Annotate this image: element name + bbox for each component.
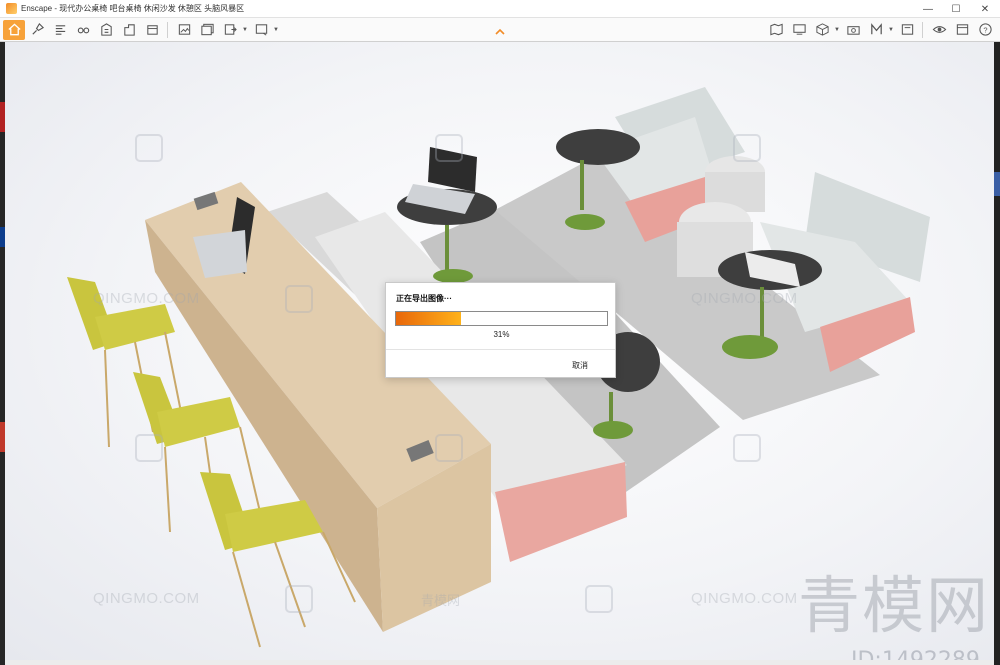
export-progress-dialog: 正在导出图像··· 31% 取消 [385, 282, 616, 378]
building-alt-button[interactable] [118, 20, 140, 40]
m-icon [870, 23, 882, 35]
maximize-button[interactable]: ☐ [942, 0, 970, 18]
watermark-logo [135, 134, 163, 162]
status-bar [5, 660, 994, 665]
export-button[interactable] [219, 20, 241, 40]
pin-icon [31, 22, 44, 35]
watermark-text: QINGMO.COM [691, 290, 798, 307]
vr-button[interactable] [72, 20, 94, 40]
screen-icon [792, 24, 806, 35]
view-button[interactable] [896, 20, 918, 40]
home-button[interactable] [3, 19, 25, 40]
watermark-logo [435, 434, 463, 462]
title-bar: Enscape - 现代办公桌椅 吧台桌椅 休闲沙发 休憩区 头脑风暴区 — ☐… [0, 0, 1000, 18]
building-icon [100, 23, 112, 36]
screen-button[interactable] [788, 20, 810, 40]
dialog-title: 正在导出图像··· [396, 294, 452, 303]
collapse-chevron-icon[interactable] [494, 26, 506, 38]
help-icon: ? [978, 23, 992, 36]
export-icon [224, 24, 237, 35]
window-icon [956, 24, 968, 35]
eye-button[interactable] [928, 20, 950, 40]
watermark-logo [435, 134, 463, 162]
export-progress-fill [396, 312, 462, 325]
batch-export-icon [200, 23, 214, 36]
m-button[interactable] [865, 20, 887, 40]
list-icon [55, 25, 65, 35]
close-button[interactable]: ✕ [970, 0, 1000, 18]
toolbar-separator-right [922, 21, 923, 38]
batch-export-button[interactable] [196, 20, 218, 40]
building-button[interactable] [95, 20, 117, 40]
cube-button[interactable] [811, 20, 833, 40]
building-alt-icon [123, 24, 135, 36]
live-update-icon [255, 24, 267, 36]
window-button[interactable] [951, 20, 973, 40]
film-button[interactable] [141, 20, 163, 40]
watermark-logo [733, 134, 761, 162]
image-export-button[interactable] [173, 20, 195, 40]
export-dropdown-caret[interactable]: ▼ [241, 20, 249, 40]
eye-icon [932, 26, 946, 33]
watermark-logo [733, 434, 761, 462]
dialog-divider [386, 349, 615, 350]
view-icon [901, 24, 913, 35]
map-button[interactable] [765, 20, 787, 40]
home-icon [7, 23, 21, 36]
export-progress-bar [395, 311, 608, 326]
glasses-icon [77, 27, 89, 34]
toolbar-separator [167, 21, 168, 38]
watermark-logo [135, 434, 163, 462]
document-title: 现代办公桌椅 吧台桌椅 休闲沙发 休憩区 头脑风暴区 [59, 4, 245, 13]
watermark-logo [285, 285, 313, 313]
list-button[interactable] [49, 20, 71, 40]
watermark-big-text: 青模网 [798, 569, 991, 642]
camera-button[interactable] [842, 20, 864, 40]
progress-percent-text: 31% [493, 330, 510, 339]
cube-dropdown-caret[interactable]: ▼ [833, 20, 841, 40]
live-update-dropdown-caret[interactable]: ▼ [272, 20, 280, 40]
svg-text:?: ? [983, 25, 987, 34]
minimize-button[interactable]: — [914, 0, 942, 18]
watermark-text: QINGMO.COM [93, 590, 200, 607]
m-dropdown-caret[interactable]: ▼ [887, 20, 895, 40]
image-export-icon [178, 24, 190, 35]
cube-icon [815, 23, 829, 36]
camera-icon [846, 26, 860, 35]
live-update-button[interactable] [250, 20, 272, 40]
watermark-logo [585, 585, 613, 613]
cancel-button[interactable]: 取消 [572, 360, 588, 371]
watermark-text: QINGMO.COM [691, 590, 798, 607]
watermark-cn-text: 青模网 [421, 593, 461, 608]
film-icon [146, 25, 158, 35]
app-name: Enscape [21, 4, 53, 13]
enscape-logo-icon [6, 3, 17, 14]
pin-button[interactable] [26, 20, 48, 40]
title-separator: - [52, 4, 60, 13]
map-icon [769, 23, 783, 36]
side-table-2 [556, 129, 640, 165]
watermark-logo [285, 585, 313, 613]
watermark-text: QINGMO.COM [93, 290, 200, 307]
help-button[interactable]: ? [974, 20, 996, 40]
watermark-id: ID:1492289 [851, 648, 980, 660]
desktop-background-right [994, 42, 1000, 665]
